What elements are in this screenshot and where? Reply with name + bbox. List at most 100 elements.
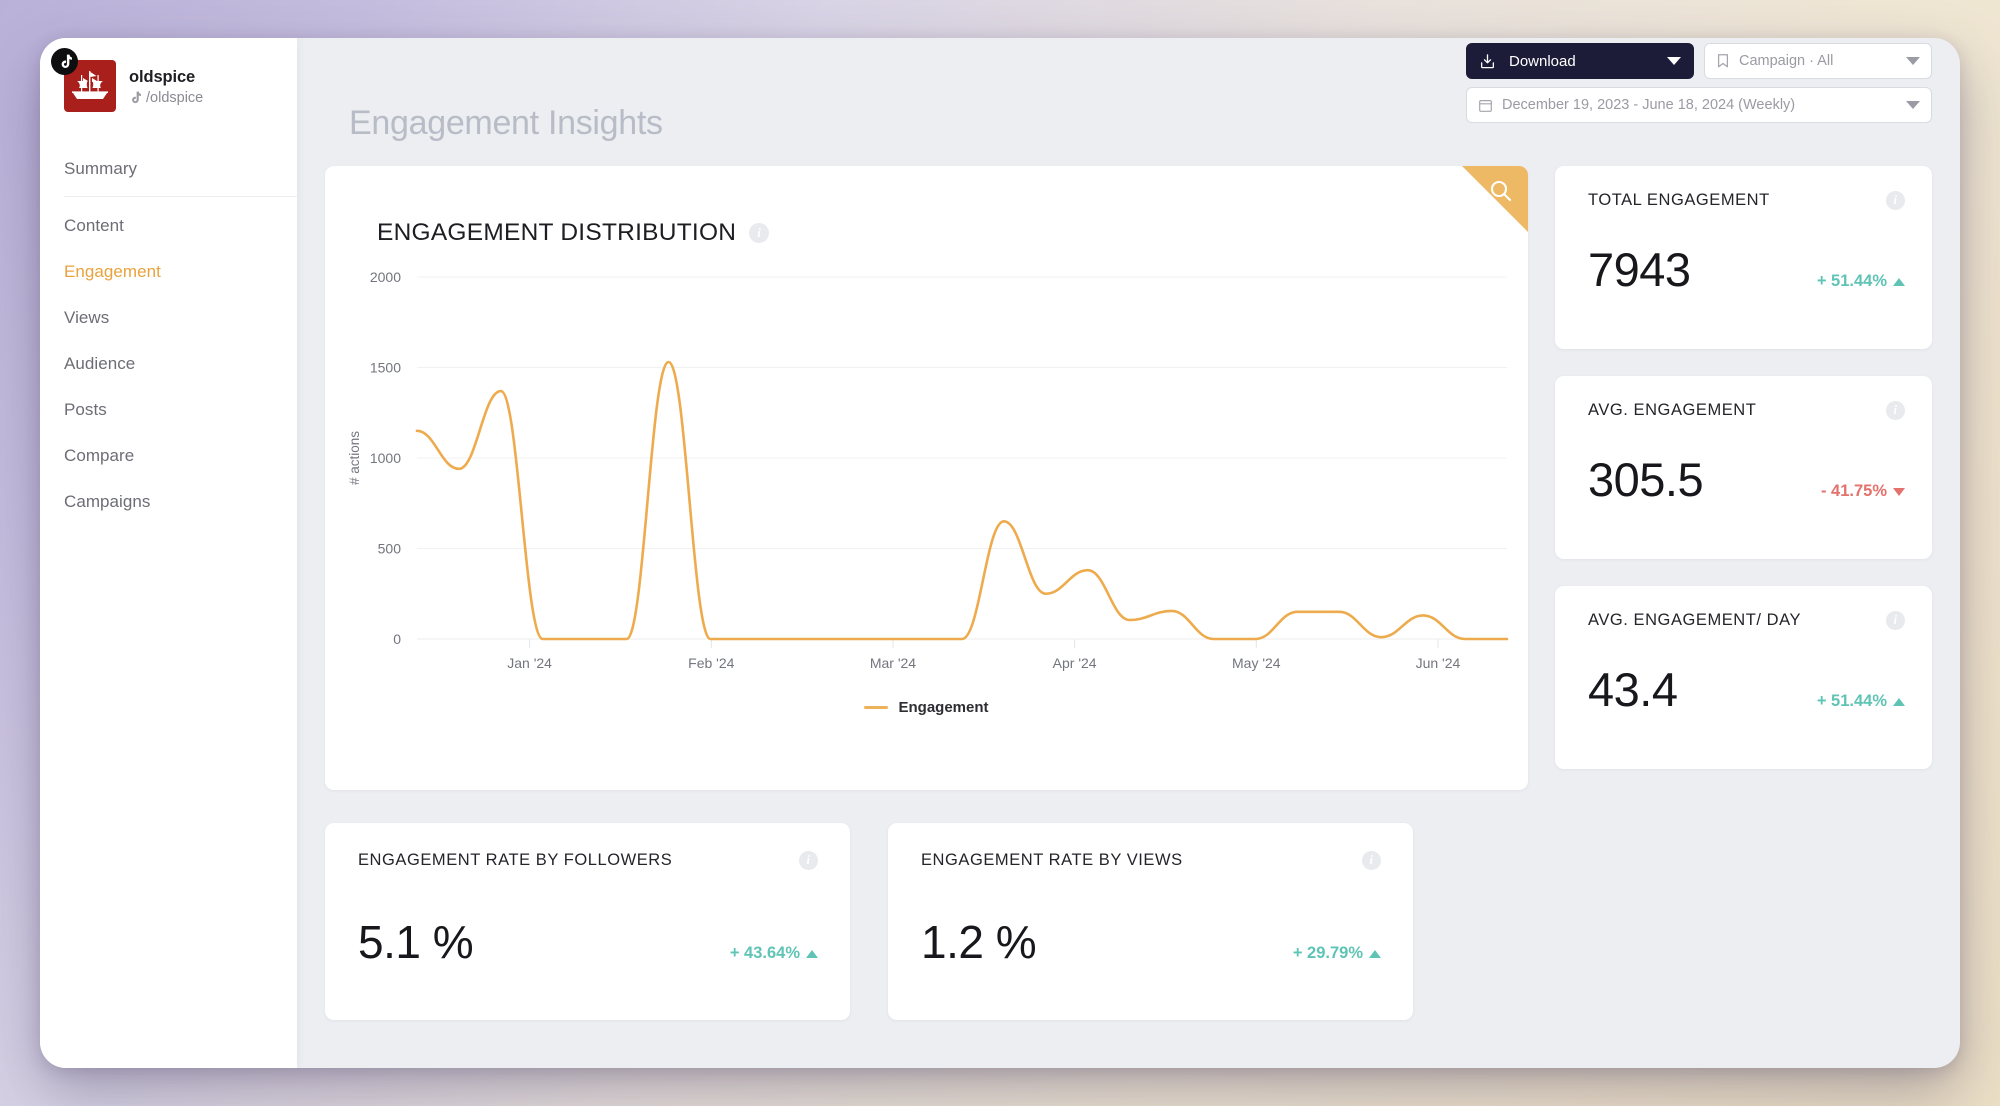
metric-value: 43.4 bbox=[1588, 663, 1678, 716]
svg-text:500: 500 bbox=[378, 541, 402, 557]
sidebar-item-label: Engagement bbox=[64, 262, 161, 281]
sidebar-item-engagement[interactable]: Engagement bbox=[40, 249, 297, 295]
sidebar-item-compare[interactable]: Compare bbox=[40, 433, 297, 479]
trend-up-icon bbox=[806, 949, 818, 958]
download-button[interactable]: Download bbox=[1466, 43, 1694, 79]
svg-text:1000: 1000 bbox=[370, 450, 401, 466]
sidebar-nav: Summary Content Engagement Views Audienc… bbox=[40, 146, 297, 525]
sidebar-item-label: Compare bbox=[64, 446, 135, 465]
chart-legend: Engagement bbox=[325, 699, 1528, 716]
metric-delta-text: + 51.44% bbox=[1816, 272, 1887, 290]
info-icon[interactable]: i bbox=[1886, 611, 1905, 630]
sidebar-item-audience[interactable]: Audience bbox=[40, 341, 297, 387]
trend-up-icon bbox=[1893, 697, 1905, 706]
calendar-icon bbox=[1479, 99, 1492, 112]
sidebar-item-label: Views bbox=[64, 308, 110, 327]
sidebar-item-summary[interactable]: Summary bbox=[40, 146, 297, 192]
avg-engagement-card: AVG. ENGAGEMENT i 305.5 - 41.75% bbox=[1555, 376, 1932, 559]
trend-up-icon bbox=[1369, 949, 1381, 958]
svg-text:Jun '24: Jun '24 bbox=[1416, 655, 1461, 671]
info-icon[interactable]: i bbox=[1362, 851, 1381, 870]
info-icon[interactable]: i bbox=[749, 223, 770, 243]
card-header: ENGAGEMENT RATE BY FOLLOWERS i bbox=[358, 851, 818, 870]
trend-down-icon bbox=[1893, 487, 1905, 496]
sidebar-item-campaigns[interactable]: Campaigns bbox=[40, 479, 297, 525]
metric-value: 305.5 bbox=[1588, 453, 1704, 506]
svg-text:Feb '24: Feb '24 bbox=[688, 655, 734, 671]
rate-cards-row: ENGAGEMENT RATE BY FOLLOWERS i 5.1 % + 4… bbox=[325, 823, 1528, 1020]
sailing-ship-icon bbox=[72, 71, 108, 99]
date-range-label: December 19, 2023 - June 18, 2024 (Weekl… bbox=[1502, 97, 1796, 113]
left-column: ENGAGEMENT DISTRIBUTION i 0 500 1000 1500 20… bbox=[325, 166, 1555, 1068]
campaign-filter-label: Campaign · All bbox=[1739, 53, 1834, 69]
search-icon[interactable] bbox=[1487, 177, 1515, 205]
card-label: ENGAGEMENT RATE BY VIEWS bbox=[921, 851, 1183, 869]
avg-engagement-per-day-card: AVG. ENGAGEMENT/ DAY i 43.4 + 51.44% bbox=[1555, 586, 1932, 769]
svg-text:1500: 1500 bbox=[370, 360, 401, 376]
topbar: Engagement Insights Download Campaign · … bbox=[297, 38, 1960, 166]
svg-text:May '24: May '24 bbox=[1232, 655, 1281, 671]
sidebar: oldspice /oldspice Summary Content Engag… bbox=[40, 38, 297, 1068]
metric-delta: - 41.75% bbox=[1821, 482, 1905, 501]
metric-delta: + 43.64% bbox=[730, 944, 818, 963]
info-icon[interactable]: i bbox=[1886, 191, 1905, 210]
engagement-line-chart: 0 500 1000 1500 2000 # actions Jan '24 Feb '24 M… bbox=[325, 263, 1528, 693]
sidebar-item-label: Summary bbox=[64, 159, 138, 178]
profile-handle: /oldspice bbox=[129, 90, 203, 106]
card-body: 7943 + 51.44% bbox=[1588, 210, 1905, 297]
engagement-rate-by-views-card: ENGAGEMENT RATE BY VIEWS i 1.2 % + 29.79… bbox=[888, 823, 1413, 1020]
svg-text:Jan '24: Jan '24 bbox=[507, 655, 552, 671]
app-window: oldspice /oldspice Summary Content Engag… bbox=[40, 38, 1960, 1068]
sidebar-item-label: Campaigns bbox=[64, 492, 151, 511]
legend-swatch-engagement bbox=[864, 706, 889, 709]
info-icon[interactable]: i bbox=[799, 851, 818, 870]
card-body: 1.2 % + 29.79% bbox=[921, 870, 1381, 969]
sidebar-item-label: Content bbox=[64, 216, 124, 235]
profile-handle-text: /oldspice bbox=[146, 90, 204, 106]
metric-value: 1.2 % bbox=[921, 916, 1037, 968]
svg-text:2000: 2000 bbox=[370, 269, 401, 285]
chevron-down-icon bbox=[1906, 101, 1920, 109]
profile-header[interactable]: oldspice /oldspice bbox=[40, 38, 297, 112]
metric-value: 5.1 % bbox=[358, 916, 474, 968]
sidebar-item-label: Audience bbox=[64, 354, 136, 373]
metric-delta-text: + 51.44% bbox=[1816, 692, 1887, 710]
content-area: ENGAGEMENT DISTRIBUTION i 0 500 1000 1500 20… bbox=[297, 166, 1960, 1068]
svg-text:0: 0 bbox=[393, 631, 401, 647]
avatar bbox=[51, 48, 116, 112]
card-body: 5.1 % + 43.64% bbox=[358, 870, 818, 969]
card-label: ENGAGEMENT RATE BY FOLLOWERS bbox=[358, 851, 673, 869]
card-body: 43.4 + 51.44% bbox=[1588, 630, 1905, 717]
bookmark-icon bbox=[1717, 54, 1729, 68]
metric-delta-text: + 43.64% bbox=[729, 944, 800, 962]
sidebar-item-posts[interactable]: Posts bbox=[40, 387, 297, 433]
info-icon[interactable]: i bbox=[1886, 401, 1905, 420]
chevron-down-icon bbox=[1667, 57, 1681, 65]
chart-svg: 0 500 1000 1500 2000 # actions Jan '24 Feb '24 M… bbox=[347, 269, 1509, 671]
sidebar-item-content[interactable]: Content bbox=[64, 196, 297, 249]
metric-value: 7943 bbox=[1588, 243, 1691, 296]
card-header: ENGAGEMENT RATE BY VIEWS i bbox=[921, 851, 1381, 870]
card-title: ENGAGEMENT DISTRIBUTION i bbox=[325, 166, 1528, 247]
legend-label-engagement: Engagement bbox=[898, 699, 989, 716]
stats-column: TOTAL ENGAGEMENT i 7943 + 51.44% AVG. EN… bbox=[1555, 166, 1932, 1068]
metric-delta-text: + 29.79% bbox=[1292, 944, 1363, 962]
card-header: AVG. ENGAGEMENT i bbox=[1588, 401, 1905, 420]
tiktok-badge-icon bbox=[51, 48, 78, 75]
sidebar-item-label: Posts bbox=[64, 400, 107, 419]
header-controls: Download Campaign · All December 19, 202… bbox=[1466, 43, 1932, 123]
card-label: AVG. ENGAGEMENT/ DAY bbox=[1588, 611, 1802, 629]
page-title: Engagement Insights bbox=[349, 104, 663, 142]
card-body: 305.5 - 41.75% bbox=[1588, 420, 1905, 507]
card-label: AVG. ENGAGEMENT bbox=[1588, 401, 1757, 419]
metric-delta-text: - 41.75% bbox=[1820, 482, 1887, 500]
sidebar-item-views[interactable]: Views bbox=[40, 295, 297, 341]
card-header: AVG. ENGAGEMENT/ DAY i bbox=[1588, 611, 1905, 630]
date-range-select[interactable]: December 19, 2023 - June 18, 2024 (Weekl… bbox=[1466, 87, 1932, 123]
card-title-text: ENGAGEMENT DISTRIBUTION bbox=[377, 219, 737, 246]
campaign-filter-select[interactable]: Campaign · All bbox=[1704, 43, 1932, 79]
metric-delta: + 51.44% bbox=[1817, 692, 1905, 711]
profile-name: oldspice bbox=[129, 68, 196, 86]
engagement-rate-by-followers-card: ENGAGEMENT RATE BY FOLLOWERS i 5.1 % + 4… bbox=[325, 823, 850, 1020]
main-content: Engagement Insights Download Campaign · … bbox=[297, 38, 1960, 1068]
